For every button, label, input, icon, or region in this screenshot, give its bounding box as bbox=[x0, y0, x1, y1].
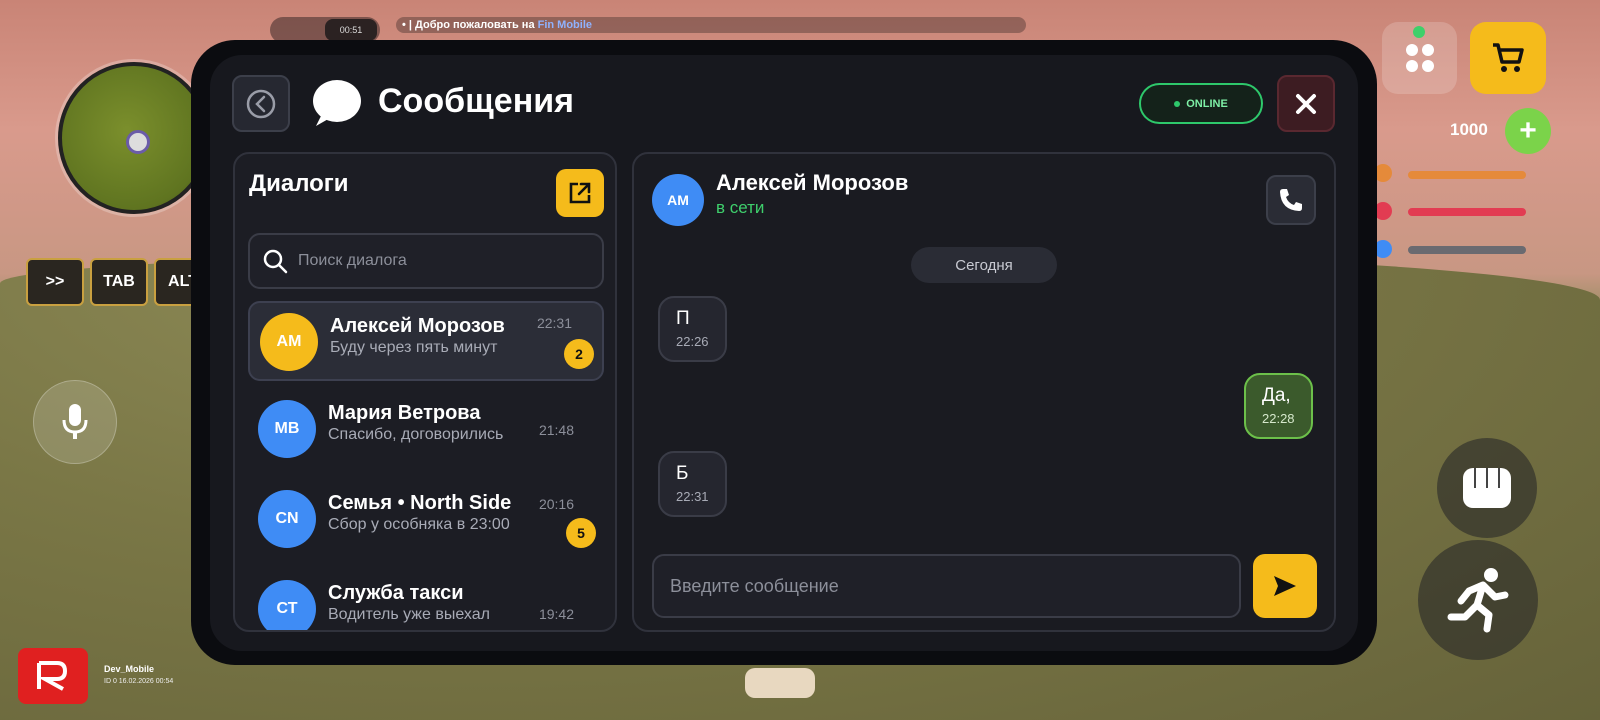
microphone-button[interactable] bbox=[33, 380, 117, 464]
unread-badge: 5 bbox=[566, 518, 596, 548]
message-time: 22:28 bbox=[1262, 411, 1295, 426]
message-text: Б bbox=[676, 463, 689, 484]
chat-panel: АМ Алексей Морозов в сети Сегодня П 22:2… bbox=[632, 152, 1336, 632]
phone-icon bbox=[1280, 189, 1302, 211]
add-money-button[interactable]: + bbox=[1505, 108, 1551, 154]
close-button[interactable] bbox=[1277, 75, 1335, 132]
call-button[interactable] bbox=[1266, 175, 1316, 225]
message-bubble-incoming[interactable]: П 22:26 bbox=[658, 296, 727, 362]
player-marker-icon bbox=[126, 130, 150, 154]
notification-dot bbox=[1413, 26, 1425, 38]
dialog-last-message: Спасибо, договорились bbox=[328, 426, 504, 443]
game-logo bbox=[18, 648, 88, 704]
minimap[interactable] bbox=[58, 62, 210, 214]
dialog-name: Алексей Морозов bbox=[330, 315, 505, 337]
new-dialog-button[interactable] bbox=[556, 169, 604, 217]
money-amount: 1000 bbox=[1450, 120, 1488, 139]
unread-badge: 2 bbox=[564, 339, 594, 369]
message-text: П bbox=[676, 308, 690, 329]
dialog-time: 20:16 bbox=[538, 496, 574, 512]
dialog-name: Служба такси bbox=[328, 582, 464, 604]
dialog-item-maria[interactable]: МВ Мария Ветрова Спасибо, договорились 2… bbox=[248, 390, 604, 470]
online-status-badge: ONLINE bbox=[1139, 83, 1263, 124]
dialog-last-message: Буду через пять минут bbox=[330, 339, 498, 356]
messages-app-icon bbox=[310, 78, 362, 130]
dialogs-title: Диалоги bbox=[249, 170, 349, 197]
grid-dots-icon bbox=[1405, 44, 1434, 72]
online-dot-icon bbox=[1174, 100, 1181, 107]
dialog-time: 19:42 bbox=[538, 606, 574, 622]
shop-cart-button[interactable] bbox=[1470, 22, 1546, 94]
fist-icon bbox=[1463, 468, 1511, 508]
message-time: 22:26 bbox=[676, 334, 709, 349]
dialog-last-message: Сбор у особняка в 23:00 bbox=[328, 516, 510, 533]
punch-button[interactable] bbox=[1437, 438, 1537, 538]
chat-contact-status: в сети bbox=[716, 198, 765, 217]
logo-icon bbox=[37, 661, 68, 691]
dialog-item-aleksey[interactable]: АМ Алексей Морозов Буду через пять минут… bbox=[248, 301, 604, 381]
sprint-button[interactable] bbox=[1418, 540, 1538, 660]
send-icon bbox=[1274, 576, 1296, 596]
avatar: СТ bbox=[258, 580, 316, 630]
dialog-name: Семья • North Side bbox=[328, 492, 512, 514]
health-bar bbox=[1408, 208, 1526, 216]
hunger-bar bbox=[1408, 171, 1526, 179]
send-button[interactable] bbox=[1253, 554, 1317, 618]
armor-bar bbox=[1408, 246, 1526, 254]
page-title: Сообщения bbox=[378, 82, 574, 120]
back-arrow-icon bbox=[246, 89, 276, 118]
dialog-time: 21:48 bbox=[538, 422, 574, 438]
microphone-icon bbox=[62, 404, 88, 439]
hud-key-tab[interactable]: TAB bbox=[90, 258, 148, 306]
message-input[interactable] bbox=[670, 575, 1220, 597]
avatar: CN bbox=[258, 490, 316, 548]
close-icon bbox=[1296, 93, 1316, 114]
avatar: МВ bbox=[258, 400, 316, 458]
dialog-time: 22:31 bbox=[536, 315, 572, 331]
avatar: АМ bbox=[260, 313, 318, 371]
date-separator: Сегодня bbox=[911, 247, 1057, 283]
player-character bbox=[745, 668, 815, 698]
notice-brand: Fin Mobile bbox=[537, 19, 593, 31]
chat-contact-name: Алексей Морозов bbox=[716, 170, 909, 195]
player-info: ID 0 16.02.2026 00:54 bbox=[104, 678, 174, 685]
dialog-last-message: Водитель уже выехал bbox=[328, 606, 490, 623]
message-time: 22:31 bbox=[676, 489, 709, 504]
dialog-name: Мария Ветрова bbox=[328, 402, 481, 424]
message-text: Да, bbox=[1262, 385, 1291, 406]
dialogs-panel: Диалоги АМ Алексей Морозов Буду через пя… bbox=[233, 152, 617, 632]
search-icon bbox=[263, 249, 288, 274]
online-status-text: ONLINE bbox=[1186, 97, 1228, 110]
external-link-icon bbox=[569, 182, 591, 204]
dialog-item-taxi[interactable]: СТ Служба такси Водитель уже выехал 19:4… bbox=[248, 570, 604, 630]
dialog-item-family[interactable]: CN Семья • North Side Сбор у особняка в … bbox=[248, 480, 604, 560]
player-name: Dev_Mobile bbox=[104, 664, 155, 674]
message-bubble-outgoing[interactable]: Да, 22:28 bbox=[1244, 373, 1313, 439]
chat-avatar[interactable]: АМ bbox=[652, 174, 704, 226]
dialog-search-field[interactable] bbox=[248, 233, 604, 289]
notice-bullet: • | bbox=[402, 19, 416, 31]
cart-icon bbox=[1493, 43, 1524, 72]
welcome-notice: • | Добро пожаловать на Fin Mobile bbox=[396, 17, 1026, 33]
running-man-icon bbox=[1447, 568, 1509, 633]
message-input-field[interactable] bbox=[652, 554, 1241, 618]
back-button[interactable] bbox=[232, 75, 290, 132]
notice-text: Добро пожаловать на bbox=[415, 19, 538, 31]
dialog-search-input[interactable] bbox=[298, 252, 588, 270]
hud-clock: 00:51 bbox=[325, 19, 377, 41]
message-bubble-incoming[interactable]: Б 22:31 bbox=[658, 451, 727, 517]
hud-key-next[interactable]: >> bbox=[26, 258, 84, 306]
